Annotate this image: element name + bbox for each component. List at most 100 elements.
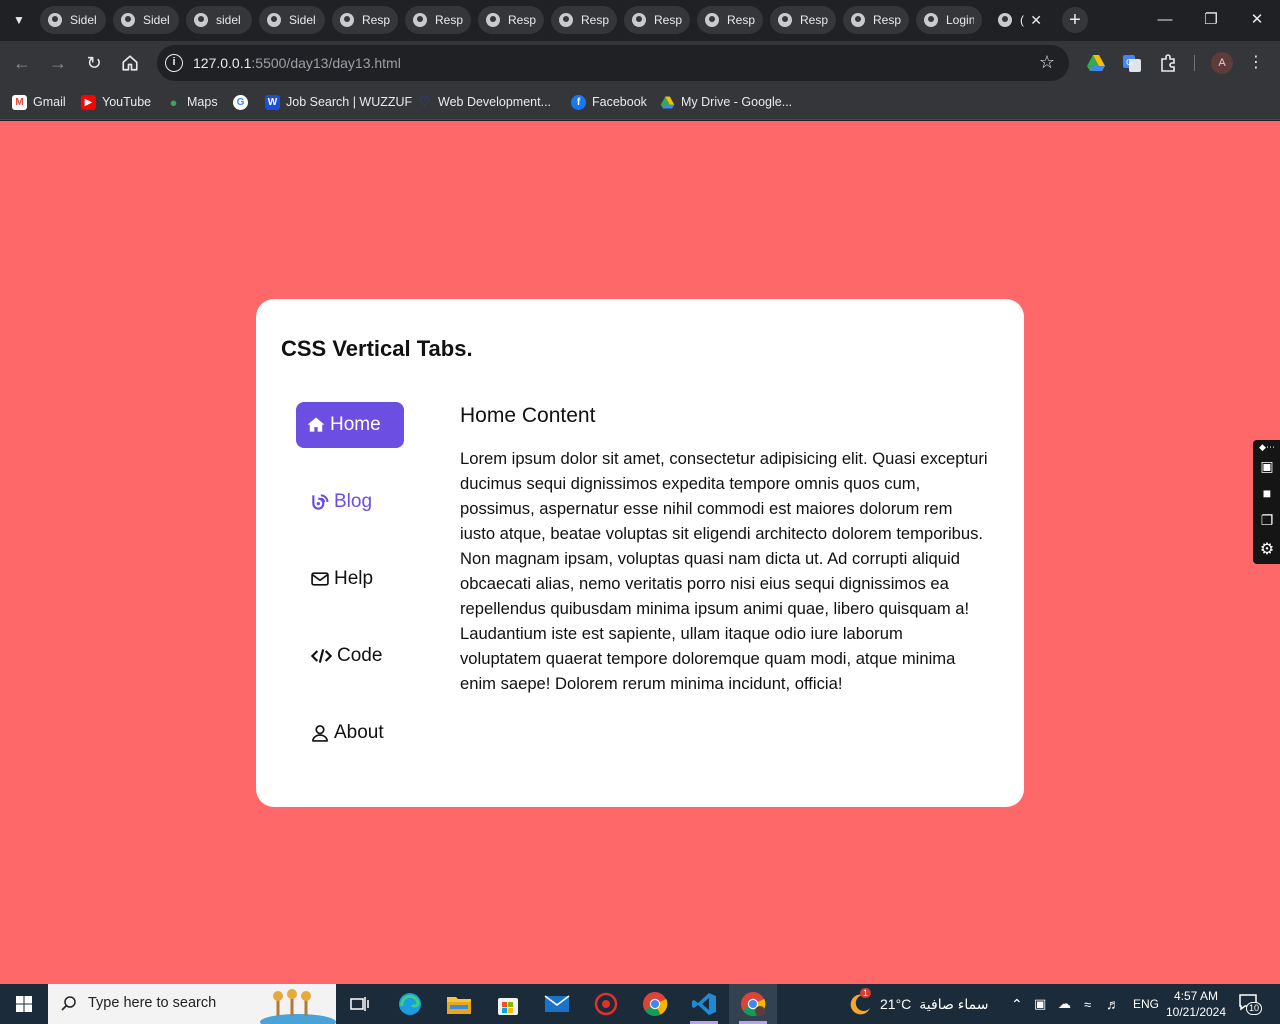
bookmark-maps[interactable]: ● Maps xyxy=(166,93,218,111)
browser-tab-active[interactable]: (✕ xyxy=(990,6,1048,34)
taskbar-search-box[interactable]: Type here to search xyxy=(48,984,336,1024)
chrome-profile-icon xyxy=(741,992,766,1016)
close-tab-icon[interactable]: ✕ xyxy=(1030,12,1042,28)
clock[interactable]: 4:57 AM 10/21/2024 xyxy=(1163,984,1229,1024)
wuzzuf-icon: W xyxy=(265,94,280,110)
tab-search-chevron-icon[interactable]: ▼ xyxy=(8,9,30,31)
task-view-button[interactable] xyxy=(336,984,384,1024)
forward-arrow-icon[interactable]: → xyxy=(44,49,72,77)
globe-icon xyxy=(121,13,135,27)
new-tab-button[interactable]: + xyxy=(1062,7,1088,33)
bookmark-facebook[interactable]: f Facebook xyxy=(571,93,647,111)
bookmark-star-icon[interactable]: ☆ xyxy=(1039,52,1055,73)
taskbar-edge[interactable] xyxy=(386,984,434,1024)
taskbar-store[interactable] xyxy=(484,984,532,1024)
taskbar-chrome-profile[interactable] xyxy=(729,984,777,1024)
tab-about[interactable]: About xyxy=(296,710,384,756)
google-drive-extension-icon[interactable] xyxy=(1086,53,1106,73)
minimize-icon[interactable]: — xyxy=(1153,8,1177,32)
tab-home[interactable]: Home xyxy=(296,402,404,448)
reload-icon[interactable]: ↻ xyxy=(80,49,108,77)
browser-tab[interactable]: Resp xyxy=(624,6,690,34)
browser-tab[interactable]: Sidel xyxy=(259,6,325,34)
bookmark-my-drive[interactable]: My Drive - Google... xyxy=(660,93,792,111)
widget-menu-icon[interactable]: ◆⋯ xyxy=(1258,442,1276,458)
browser-tab[interactable]: Resp xyxy=(843,6,909,34)
settings-gear-icon[interactable]: ⚙ xyxy=(1258,539,1276,558)
site-info-icon[interactable]: i xyxy=(165,54,183,72)
bookmark-label: My Drive - Google... xyxy=(681,95,793,109)
kebab-menu-icon[interactable]: ⋮ xyxy=(1242,49,1270,77)
globe-icon xyxy=(340,13,354,27)
show-hidden-icons-chevron-icon[interactable]: ⌃ xyxy=(1011,984,1023,1024)
youtube-icon: ▶ xyxy=(81,94,96,110)
browser-tab[interactable]: Resp xyxy=(551,6,617,34)
meet-now-icon[interactable]: ▣ xyxy=(1034,984,1046,1024)
bookmark-google[interactable]: G xyxy=(233,93,254,111)
browser-tab[interactable]: Login xyxy=(916,6,982,34)
edge-icon xyxy=(399,993,421,1015)
window-capture-icon[interactable]: ❐ xyxy=(1258,512,1276,528)
browser-tab-strip: ▼ Sidel Sidel sidel Sidel Resp Resp Resp… xyxy=(0,0,1280,41)
globe-icon xyxy=(486,13,500,27)
bookmark-wuzzuf[interactable]: W Job Search | WUZZUF xyxy=(265,93,412,111)
browser-tab[interactable]: Resp xyxy=(332,6,398,34)
tab-label: Home xyxy=(330,414,381,435)
vscode-icon xyxy=(692,993,716,1015)
store-icon xyxy=(498,998,518,1015)
notifications-button[interactable]: 10 xyxy=(1238,984,1263,1024)
onedrive-cloud-icon[interactable]: ☁ xyxy=(1058,984,1071,1024)
chrome-icon xyxy=(643,992,668,1016)
bookmark-label: Maps xyxy=(187,95,218,109)
code-icon xyxy=(310,649,333,663)
back-arrow-icon[interactable]: ← xyxy=(8,49,36,77)
globe-icon xyxy=(48,13,62,27)
browser-tab[interactable]: Resp xyxy=(405,6,471,34)
tab-code[interactable]: Code xyxy=(296,633,382,679)
bookmark-label: Web Development... xyxy=(438,95,552,109)
browser-tab[interactable]: Resp xyxy=(770,6,836,34)
browser-tab[interactable]: Resp xyxy=(697,6,763,34)
close-window-icon[interactable]: ✕ xyxy=(1245,8,1269,32)
taskbar-vscode[interactable] xyxy=(680,984,728,1024)
address-bar[interactable]: i 127.0.0.1:5500/day13/day13.html ☆ xyxy=(157,45,1069,81)
toolbar-divider xyxy=(1194,55,1195,71)
tab-help[interactable]: Help xyxy=(296,556,373,602)
taskbar-file-explorer[interactable] xyxy=(435,984,483,1024)
weather-moon-icon: 1 xyxy=(848,988,872,1016)
profile-avatar[interactable]: A xyxy=(1211,52,1233,74)
browser-tab[interactable]: Sidel xyxy=(40,6,106,34)
tab-label: Help xyxy=(334,568,374,589)
windows-logo-icon xyxy=(16,996,32,1012)
wifi-icon[interactable]: ≈ xyxy=(1084,984,1091,1024)
url-text[interactable]: 127.0.0.1:5500/day13/day13.html xyxy=(193,55,401,71)
camera-icon[interactable]: ▣ xyxy=(1258,458,1276,474)
volume-icon[interactable]: ♬ xyxy=(1106,984,1120,1024)
blog-icon xyxy=(312,494,329,510)
tab-label: About xyxy=(334,722,384,743)
video-camera-icon[interactable]: ■ xyxy=(1258,485,1276,501)
bookmark-gmail[interactable]: M Gmail xyxy=(12,93,66,111)
tab-blog[interactable]: Blog xyxy=(296,479,372,525)
browser-tab[interactable]: sidel xyxy=(186,6,252,34)
restore-icon[interactable]: ❐ xyxy=(1199,8,1223,32)
taskbar-chrome[interactable] xyxy=(631,984,679,1024)
extensions-puzzle-icon[interactable] xyxy=(1158,53,1178,73)
start-button[interactable] xyxy=(0,984,48,1024)
globe-icon xyxy=(778,13,792,27)
user-icon xyxy=(312,725,328,742)
browser-toolbar: ← → ↻ i 127.0.0.1:5500/day13/day13.html … xyxy=(0,41,1280,85)
browser-tab[interactable]: Resp xyxy=(478,6,544,34)
clock-time: 4:57 AM xyxy=(1173,989,1219,1003)
tabs-card: CSS Vertical Tabs. Home Blog Help Code A… xyxy=(256,299,1024,807)
browser-tab[interactable]: Sidel xyxy=(113,6,179,34)
taskbar-antivirus[interactable] xyxy=(582,984,630,1024)
bookmark-youtube[interactable]: ▶ YouTube xyxy=(81,93,151,111)
bookmark-web-development[interactable]: ♡ Web Development... xyxy=(417,93,551,111)
home-icon[interactable] xyxy=(116,49,144,77)
weather-widget[interactable]: 1 21°C سماء صافية xyxy=(848,984,988,1024)
taskbar-mail[interactable] xyxy=(533,984,581,1024)
url-host: 127.0.0.1 xyxy=(193,55,252,71)
google-translate-extension-icon[interactable]: G xyxy=(1122,53,1142,73)
language-indicator[interactable]: ENG xyxy=(1133,984,1159,1024)
